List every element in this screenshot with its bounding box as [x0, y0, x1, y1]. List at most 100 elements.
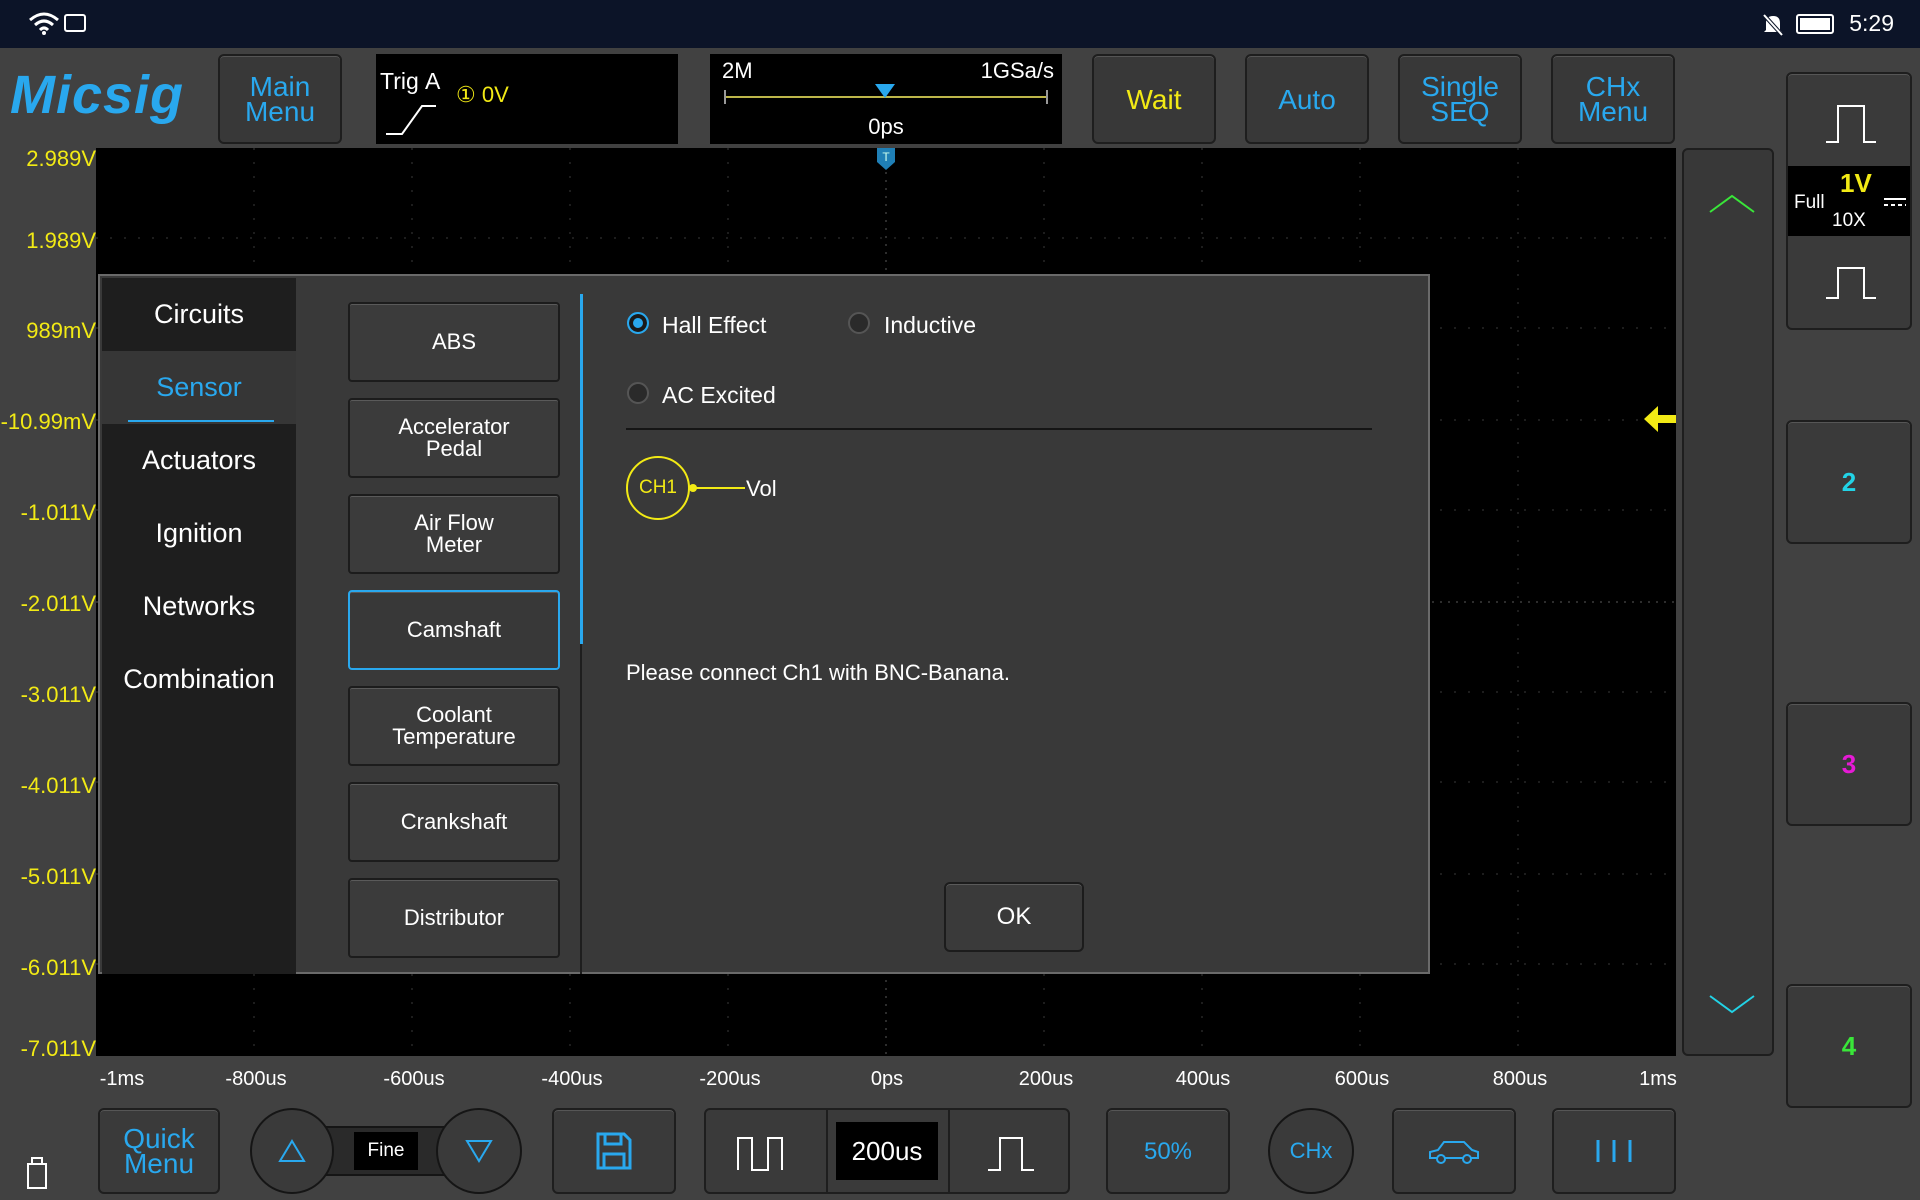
channel-badge: CH1 — [626, 456, 690, 520]
ch1-panel[interactable]: 1V Full 10X — [1786, 72, 1912, 330]
ch4-button[interactable]: 4 — [1786, 984, 1912, 1108]
sensor-button-camshaft[interactable]: Camshaft — [348, 590, 560, 670]
vertical-label: -6.011V — [20, 955, 96, 980]
sensor-button-accelerator-pedal[interactable]: Accelerator Pedal — [348, 398, 560, 478]
arrow-up-button[interactable] — [250, 1108, 334, 1194]
channel-connector — [691, 487, 745, 489]
arrow-down-icon — [465, 1140, 493, 1163]
square-wave-icon[interactable] — [736, 1134, 786, 1172]
chx-menu-button[interactable]: CHx Menu — [1551, 54, 1675, 144]
category-circuits[interactable]: Circuits — [102, 278, 296, 351]
rising-edge-icon — [386, 105, 436, 135]
quick-menu-button[interactable]: Quick Menu — [98, 1108, 220, 1194]
selected-underline — [128, 420, 274, 422]
brand-logo: Micsig — [10, 65, 185, 125]
memory-depth: 2M — [722, 58, 753, 83]
vertical-label: -7.011V — [20, 1036, 96, 1061]
radio-label-ac-excited[interactable]: AC Excited — [662, 382, 776, 409]
automotive-button[interactable] — [1392, 1108, 1516, 1194]
vertical-label: -3.011V — [20, 682, 96, 707]
sample-rate: 1GSa/s — [980, 58, 1054, 83]
category-networks[interactable]: Networks — [102, 570, 296, 643]
save-button[interactable] — [552, 1108, 676, 1194]
pulse-icon — [1826, 105, 1876, 143]
fine-toggle[interactable]: Fine — [354, 1132, 418, 1170]
vertical-label: -10.99mV — [0, 409, 96, 434]
ch3-button[interactable]: 3 — [1786, 702, 1912, 826]
arrow-down-button[interactable] — [436, 1108, 522, 1194]
category-actuators[interactable]: Actuators — [102, 424, 296, 497]
ch2-button[interactable]: 2 — [1786, 420, 1912, 544]
chevron-up-icon[interactable] — [1708, 192, 1756, 216]
vertical-label: 1.989V — [26, 228, 96, 253]
time-offset: 0ps — [868, 114, 904, 139]
timebase-control[interactable]: 200us — [704, 1108, 1070, 1194]
trigger-50-button[interactable]: 50% — [1106, 1108, 1230, 1194]
hotspot-icon — [64, 14, 86, 32]
radio-label-hall-effect[interactable]: Hall Effect — [662, 312, 766, 339]
vertical-label: -2.011V — [20, 591, 96, 616]
vertical-label: -5.011V — [20, 864, 96, 889]
svg-text:T: T — [882, 150, 890, 164]
list-scrollbar[interactable] — [580, 294, 583, 644]
trigger-position-icon — [875, 84, 895, 98]
trig-title: Trig — [380, 68, 419, 94]
ok-button[interactable]: OK — [944, 882, 1084, 952]
car-icon — [1429, 1141, 1479, 1164]
time-label: 800us — [1492, 1068, 1548, 1090]
options-divider — [626, 428, 1372, 430]
category-list: Circuits Sensor Actuators Ignition Netwo… — [102, 278, 296, 974]
status-bar: 5:29 — [0, 0, 1920, 48]
ch1-volts: 1V — [1840, 168, 1872, 198]
timebase-value: 200us — [836, 1122, 938, 1180]
ch1-scale-box[interactable]: 1V Full 10X — [1788, 166, 1910, 236]
cursor-button[interactable] — [1552, 1108, 1676, 1194]
connection-instruction: Please connect Ch1 with BNC-Banana. — [626, 660, 1010, 685]
sensor-button-distributor[interactable]: Distributor — [348, 878, 560, 958]
time-label: 1ms — [1639, 1068, 1677, 1090]
main-menu-button[interactable]: Main Menu — [218, 54, 342, 144]
sensor-button-coolant-temperature[interactable]: Coolant Temperature — [348, 686, 560, 766]
cursor-bars-icon — [1596, 1140, 1632, 1162]
radio-label-inductive[interactable]: Inductive — [884, 312, 976, 339]
vertical-label: 2.989V — [26, 146, 96, 171]
trig-source: A — [425, 68, 441, 94]
horizontal-panel[interactable]: 2M 1GSa/s 0ps — [710, 54, 1062, 144]
vertical-scroll-panel[interactable] — [1682, 148, 1774, 1056]
time-label: -800us — [225, 1068, 287, 1090]
time-label: 0ps — [870, 1068, 904, 1090]
battery-icon — [1796, 14, 1834, 34]
single-seq-button[interactable]: Single SEQ — [1398, 54, 1522, 144]
time-label: -600us — [383, 1068, 445, 1090]
sensor-button-abs[interactable]: ABS — [348, 302, 560, 382]
save-icon — [596, 1132, 632, 1170]
category-sensor[interactable]: Sensor — [102, 351, 296, 424]
radio-ac-excited[interactable] — [627, 382, 649, 404]
auto-button[interactable]: Auto — [1245, 54, 1369, 144]
time-label: 600us — [1334, 1068, 1390, 1090]
usb-stick-icon — [27, 1157, 47, 1189]
ch1-bandwidth: Full — [1794, 192, 1825, 213]
radio-inductive[interactable] — [848, 312, 870, 334]
ch1-level-arrow-icon[interactable] — [1644, 404, 1676, 434]
category-ignition[interactable]: Ignition — [102, 497, 296, 570]
time-label: -200us — [699, 1068, 761, 1090]
arrow-up-icon — [278, 1139, 306, 1162]
radio-hall-effect[interactable] — [627, 312, 649, 334]
ch1-probe: 10X — [1832, 210, 1866, 231]
sensor-button-air-flow-meter[interactable]: Air Flow Meter — [348, 494, 560, 574]
trigger-panel[interactable]: Trig A ① 0V — [376, 54, 678, 144]
time-label: -400us — [541, 1068, 603, 1090]
trigger-marker-icon[interactable]: T — [875, 148, 897, 172]
wait-button[interactable]: Wait — [1092, 54, 1216, 144]
chevron-down-icon[interactable] — [1708, 992, 1756, 1016]
channel-measure: Vol — [746, 476, 777, 501]
bell-off-icon — [1762, 13, 1784, 37]
trig-level: ① 0V — [456, 82, 509, 107]
chx-button[interactable]: CHx — [1268, 1108, 1354, 1194]
time-label: -1ms — [99, 1068, 145, 1090]
category-combination[interactable]: Combination — [102, 643, 296, 716]
single-pulse-icon[interactable] — [986, 1134, 1036, 1172]
sensor-button-crankshaft[interactable]: Crankshaft — [348, 782, 560, 862]
time-label: 400us — [1175, 1068, 1231, 1090]
